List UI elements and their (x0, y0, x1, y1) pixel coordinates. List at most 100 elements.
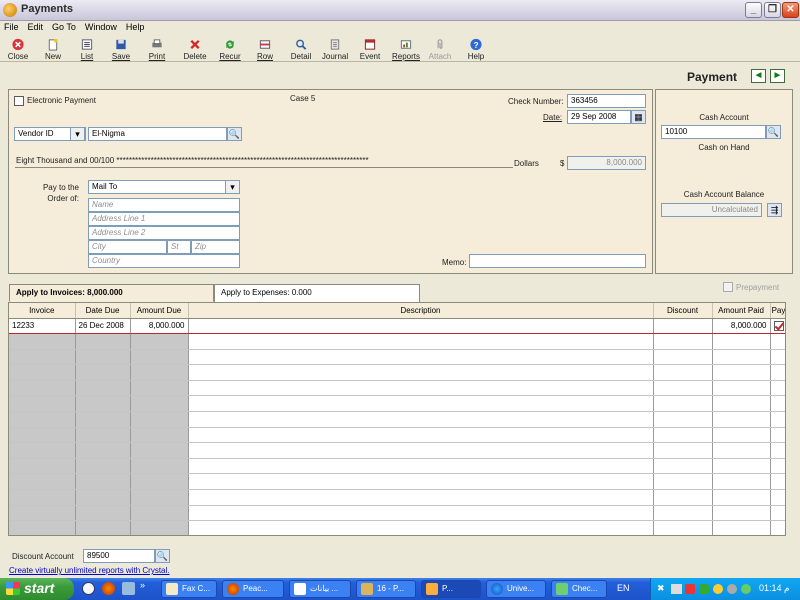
grid-cell[interactable] (75, 364, 131, 381)
toolbar-row-button[interactable]: Row (250, 38, 280, 61)
task-universal[interactable]: Unive... (486, 580, 546, 598)
menu-edit[interactable]: Edit (24, 21, 49, 32)
grid-cell[interactable] (9, 380, 76, 397)
grid-cell[interactable] (130, 489, 189, 506)
grid-cell[interactable] (188, 473, 654, 491)
grid-cell[interactable] (712, 380, 771, 397)
vendor-field[interactable]: El-Nigma (88, 127, 227, 141)
electronic-payment-checkbox[interactable] (14, 96, 24, 106)
table-row[interactable]: 12233 26 Dec 2008 8,000.000 8,000.000 (9, 317, 785, 335)
grid-cell[interactable] (188, 380, 654, 397)
previous-record-button[interactable]: ◄ (751, 69, 766, 83)
grid-cell[interactable] (130, 364, 189, 381)
task-check[interactable]: Chec... (551, 580, 607, 598)
grid-cell[interactable] (130, 505, 189, 522)
col-date-due[interactable]: Date Due (75, 303, 131, 319)
cash-account-field[interactable]: 10100 (661, 125, 766, 139)
table-row[interactable] (9, 505, 785, 522)
grid-cell[interactable] (188, 505, 654, 522)
grid-cell[interactable] (188, 333, 654, 350)
col-amount-due[interactable]: Amount Due (130, 303, 189, 319)
table-row[interactable] (9, 489, 785, 506)
grid-cell-date-due[interactable]: 26 Dec 2008 (75, 317, 131, 335)
toolbar-close-button[interactable]: Close (5, 38, 31, 61)
minimize-button[interactable]: _ (745, 2, 762, 18)
table-row[interactable] (9, 458, 785, 475)
grid-cell[interactable] (188, 349, 654, 366)
grid-cell[interactable] (770, 364, 785, 381)
check-number-field[interactable]: 363456 (567, 94, 646, 108)
grid-cell[interactable] (75, 458, 131, 475)
grid-cell[interactable] (712, 349, 771, 366)
address-line2-field[interactable]: Address Line 2 (88, 226, 240, 240)
table-row[interactable] (9, 333, 785, 350)
menu-goto[interactable]: Go To (48, 21, 81, 32)
task-16[interactable]: 16 - P... (356, 580, 416, 598)
grid-cell[interactable] (9, 364, 76, 381)
grid-cell[interactable] (712, 427, 771, 444)
task-payments[interactable]: P... (421, 580, 481, 598)
grid-cell[interactable] (653, 380, 713, 397)
grid-cell[interactable] (653, 442, 713, 459)
grid-cell[interactable] (130, 427, 189, 444)
tray-messenger-icon[interactable] (741, 584, 751, 594)
col-amount-paid[interactable]: Amount Paid (712, 303, 771, 319)
grid-cell[interactable] (75, 349, 131, 366)
grid-cell[interactable] (75, 505, 131, 522)
grid-cell[interactable] (188, 395, 654, 413)
grid-cell[interactable] (770, 489, 785, 506)
grid-cell[interactable] (712, 395, 771, 413)
grid-cell[interactable] (75, 395, 131, 413)
zip-field[interactable]: Zip (191, 240, 240, 254)
grid-cell[interactable] (75, 411, 131, 428)
menu-help[interactable]: Help (122, 21, 150, 32)
mail-to-dropdown[interactable]: ▾ (225, 180, 240, 194)
table-row[interactable] (9, 442, 785, 459)
grid-cell[interactable] (130, 411, 189, 428)
grid-cell[interactable] (653, 395, 713, 413)
menu-file[interactable]: File (0, 21, 24, 32)
grid-cell[interactable] (653, 520, 713, 535)
tray-network-icon[interactable] (699, 584, 709, 594)
grid-cell[interactable] (770, 505, 785, 522)
grid-cell-invoice[interactable]: 12233 (9, 317, 76, 335)
table-row[interactable] (9, 395, 785, 413)
grid-cell[interactable] (653, 364, 713, 381)
toolbar-attach-button[interactable]: Attach (426, 38, 454, 61)
grid-cell[interactable] (130, 333, 189, 350)
grid-cell[interactable] (653, 427, 713, 444)
name-field[interactable]: Name (88, 198, 240, 212)
grid-cell[interactable] (75, 333, 131, 350)
ie-quicklaunch-icon[interactable] (82, 582, 95, 595)
table-row[interactable] (9, 411, 785, 428)
grid-cell[interactable] (653, 411, 713, 428)
grid-cell[interactable] (9, 442, 76, 459)
calendar-button[interactable]: ▦ (631, 110, 646, 124)
grid-cell[interactable] (712, 489, 771, 506)
menu-window[interactable]: Window (81, 21, 122, 32)
toolbar-list-button[interactable]: List (74, 38, 100, 61)
toolbar-event-button[interactable]: Event (357, 38, 383, 61)
grid-cell[interactable] (712, 458, 771, 475)
grid-cell[interactable] (9, 427, 76, 444)
grid-cell-description[interactable] (188, 317, 654, 335)
toolbar-help-button[interactable]: ? Help (463, 38, 489, 61)
table-row[interactable] (9, 349, 785, 366)
grid-cell[interactable] (712, 333, 771, 350)
grid-cell[interactable] (130, 380, 189, 397)
desktop-quicklaunch-icon[interactable] (122, 582, 135, 595)
grid-cell[interactable] (9, 349, 76, 366)
tray-update-icon[interactable] (713, 584, 723, 594)
prepayment-checkbox[interactable] (723, 282, 733, 292)
toolbar-delete-button[interactable]: Delete (180, 38, 210, 61)
table-row[interactable] (9, 427, 785, 444)
tab-apply-invoices[interactable]: Apply to Invoices: 8,000.000 (9, 284, 214, 302)
grid-cell[interactable] (653, 458, 713, 475)
toolbar-reports-button[interactable]: Reports (388, 38, 424, 61)
col-invoice[interactable]: Invoice (9, 303, 76, 319)
table-row[interactable] (9, 473, 785, 491)
grid-cell[interactable] (130, 349, 189, 366)
tray-antivirus-icon[interactable] (685, 584, 695, 594)
grid-cell[interactable] (770, 458, 785, 475)
grid-cell[interactable] (653, 473, 713, 491)
